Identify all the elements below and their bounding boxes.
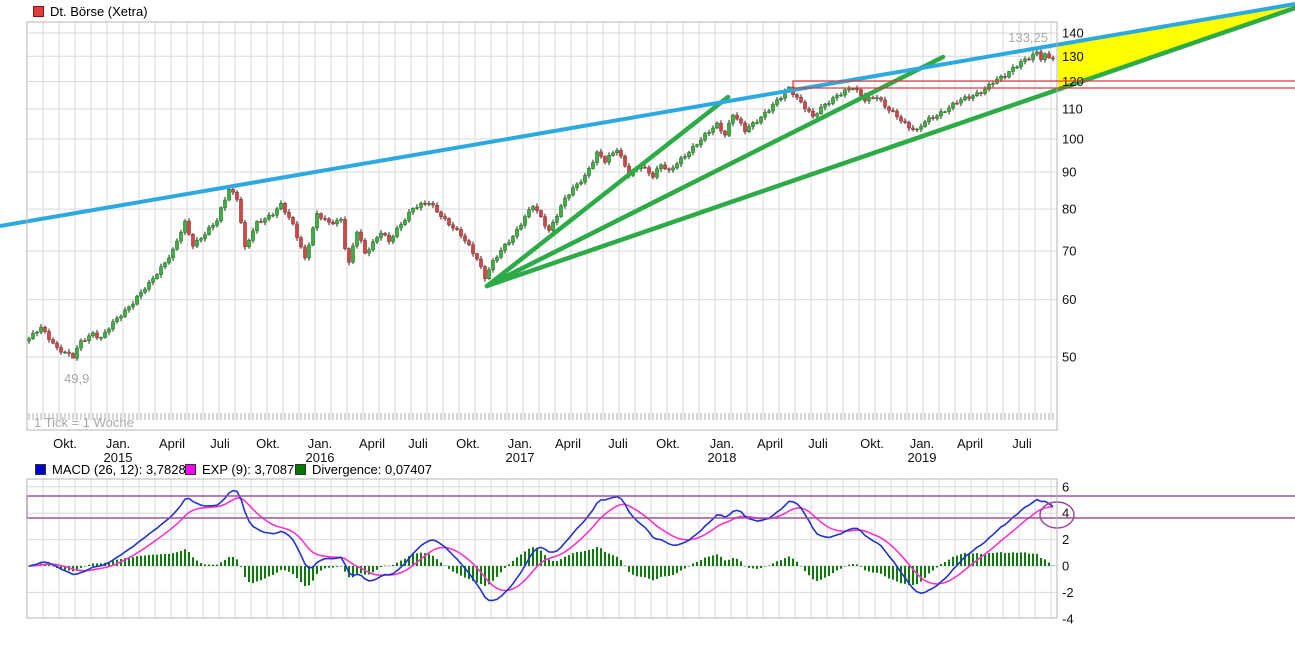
svg-text:Juli: Juli	[808, 436, 828, 451]
svg-text:Okt.: Okt.	[53, 436, 77, 451]
price-macd-chart-canvas[interactable]: 14013012011010090807060506420-2-4Okt.Jan…	[0, 0, 1295, 650]
svg-text:April: April	[957, 436, 983, 451]
svg-text:Juli: Juli	[210, 436, 230, 451]
exp-line-label: EXP (9): 3,7087	[202, 462, 294, 477]
svg-text:50: 50	[1062, 350, 1076, 365]
svg-text:4: 4	[1062, 506, 1069, 521]
price-panel-border	[27, 22, 1057, 430]
svg-text:110: 110	[1062, 101, 1083, 116]
svg-text:April: April	[159, 436, 185, 451]
chart-window: 14013012011010090807060506420-2-4Okt.Jan…	[0, 0, 1295, 650]
svg-text:2019: 2019	[908, 450, 937, 465]
resistance-zone	[793, 81, 1295, 88]
exp-line-swatch-icon	[185, 464, 196, 475]
macd-legend-item: MACD (26, 12): 3,7828	[35, 462, 186, 477]
svg-text:2017: 2017	[506, 450, 535, 465]
divergence-swatch-icon	[295, 464, 306, 475]
high-price-annotation: 133,25	[948, 30, 1048, 45]
svg-text:April: April	[359, 436, 385, 451]
tick-interval-note: 1 Tick = 1 Woche	[34, 415, 134, 430]
svg-text:-2: -2	[1062, 585, 1074, 600]
candlesticks	[28, 49, 1055, 361]
macd-line-swatch-icon	[35, 464, 46, 475]
exp-signal-line	[29, 498, 1053, 590]
svg-text:Okt.: Okt.	[456, 436, 480, 451]
svg-text:2018: 2018	[708, 450, 737, 465]
svg-text:-4: -4	[1062, 611, 1074, 626]
svg-text:140: 140	[1062, 26, 1084, 41]
divergence-label: Divergence: 0,07407	[312, 462, 432, 477]
svg-text:Jan.: Jan.	[508, 436, 533, 451]
svg-text:Jan.: Jan.	[106, 436, 131, 451]
svg-text:0: 0	[1062, 559, 1069, 574]
svg-text:Okt.: Okt.	[860, 436, 884, 451]
svg-text:Jan.: Jan.	[710, 436, 735, 451]
svg-text:6: 6	[1062, 479, 1069, 494]
chart-title-row: Dt. Börse (Xetra)	[33, 4, 148, 19]
svg-text:April: April	[555, 436, 581, 451]
svg-text:2: 2	[1062, 532, 1069, 547]
svg-text:Juli: Juli	[608, 436, 628, 451]
svg-text:Okt.: Okt.	[256, 436, 280, 451]
macd-line	[29, 491, 1053, 601]
low-price-annotation: 49,9	[64, 371, 89, 386]
svg-text:70: 70	[1062, 244, 1076, 259]
svg-text:90: 90	[1062, 165, 1076, 180]
weekly-ticks	[29, 413, 1053, 420]
svg-text:130: 130	[1062, 49, 1084, 64]
svg-text:Jan.: Jan.	[308, 436, 333, 451]
svg-text:80: 80	[1062, 202, 1076, 217]
macd-lines	[29, 491, 1053, 601]
exp-legend-item: EXP (9): 3,7087	[185, 462, 294, 477]
chart-title: Dt. Börse (Xetra)	[50, 4, 148, 19]
svg-text:April: April	[757, 436, 783, 451]
series-color-swatch-icon	[33, 6, 44, 17]
svg-text:Jan.: Jan.	[910, 436, 935, 451]
divergence-legend-item: Divergence: 0,07407	[295, 462, 432, 477]
svg-text:Juli: Juli	[1012, 436, 1032, 451]
grid-lines	[27, 22, 1057, 618]
svg-text:Okt.: Okt.	[656, 436, 680, 451]
svg-text:Juli: Juli	[408, 436, 428, 451]
svg-text:100: 100	[1062, 131, 1084, 146]
svg-text:60: 60	[1062, 292, 1076, 307]
macd-line-label: MACD (26, 12): 3,7828	[52, 462, 186, 477]
